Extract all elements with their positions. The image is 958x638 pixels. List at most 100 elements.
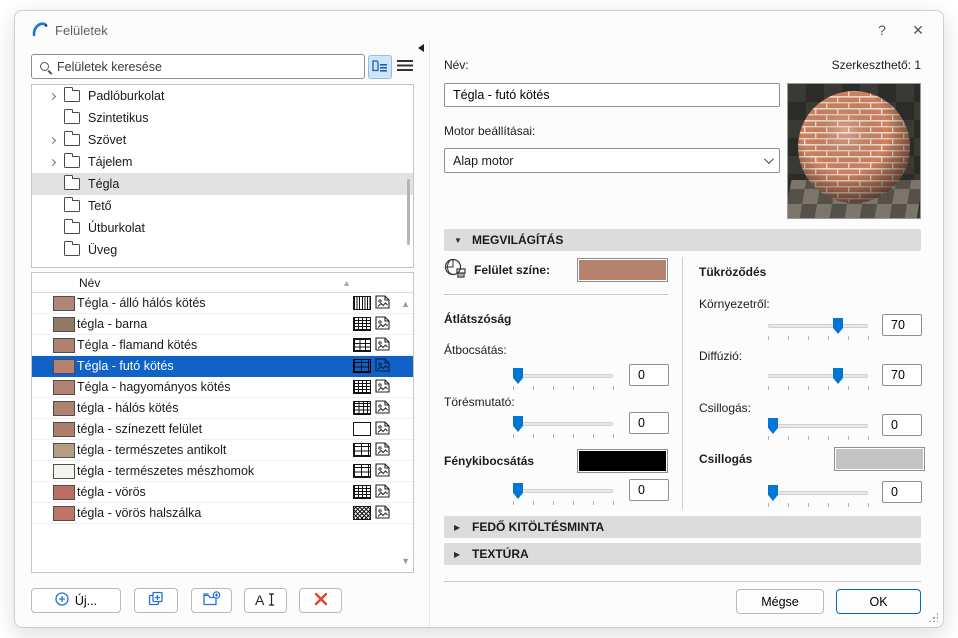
emission-color-swatch[interactable] — [577, 449, 668, 473]
list-item[interactable]: Tégla - álló hálós kötés — [32, 293, 413, 314]
surface-color-icon — [444, 258, 468, 285]
texture-icon — [375, 421, 397, 438]
duplicate-icon — [148, 591, 164, 610]
list-item[interactable]: tégla - természetes antikolt — [32, 440, 413, 461]
tree-item[interactable]: Útburkolat — [32, 217, 413, 239]
sort-asc-icon[interactable]: ▲ — [342, 278, 351, 288]
expand-chevron-icon[interactable] — [50, 94, 64, 99]
svg-text:A: A — [255, 592, 265, 607]
material-color-swatch — [53, 338, 75, 353]
tree-item[interactable]: Szövet — [32, 129, 413, 151]
transmittance-value[interactable] — [629, 364, 669, 386]
rename-icon: A — [255, 592, 277, 610]
section-cover-fill[interactable]: ▶ FEDŐ KITÖLTÉSMINTA — [444, 516, 921, 538]
scroll-up-icon[interactable]: ▲ — [401, 299, 410, 309]
diffuse-value[interactable] — [882, 364, 922, 386]
material-preview — [787, 83, 921, 219]
texture-icon — [375, 316, 397, 333]
resize-grip[interactable] — [928, 612, 938, 622]
expand-chevron-icon[interactable] — [50, 138, 64, 143]
list-item-name: tégla - színezett felület — [77, 422, 353, 436]
tree-view-toggle[interactable] — [368, 55, 392, 79]
editable-count: Szerkeszthető: 1 — [444, 58, 921, 72]
specular-color-swatch[interactable] — [834, 447, 925, 471]
engine-settings-label: Motor beállításai: — [444, 124, 535, 138]
delete-button[interactable] — [299, 588, 342, 613]
surface-color-swatch[interactable] — [577, 258, 668, 282]
specular-slider[interactable] — [768, 485, 868, 501]
fill-pattern-icon — [353, 464, 371, 478]
ambient-value[interactable] — [882, 314, 922, 336]
texture-icon — [375, 505, 397, 522]
new-folder-button[interactable] — [191, 588, 232, 613]
refraction-value[interactable] — [629, 412, 669, 434]
ambient-slider[interactable] — [768, 318, 868, 334]
surface-name-input[interactable] — [444, 83, 780, 107]
cancel-button[interactable]: Mégse — [736, 589, 824, 614]
specular-title: Csillogás — [699, 452, 752, 466]
ok-button[interactable]: OK — [836, 589, 921, 614]
search-input[interactable] — [55, 59, 364, 75]
rename-button[interactable]: A — [244, 588, 287, 613]
tree-item[interactable]: Tájelem — [32, 151, 413, 173]
archicad-logo-icon — [31, 20, 49, 38]
emission-slider[interactable] — [513, 483, 613, 499]
fill-pattern-icon — [353, 317, 371, 331]
folder-icon — [64, 112, 80, 124]
list-item-name: tégla - vörös — [77, 485, 353, 499]
transmittance-slider[interactable] — [513, 368, 613, 384]
collapse-panel-icon[interactable] — [418, 44, 424, 52]
search-box — [31, 54, 365, 79]
material-color-swatch — [53, 296, 75, 311]
tree-item[interactable]: Szintetikus — [32, 107, 413, 129]
close-button[interactable]: ✕ — [904, 18, 932, 42]
flat-list-view-toggle[interactable] — [393, 55, 417, 79]
shininess-slider[interactable] — [768, 418, 868, 434]
tree-item[interactable]: Tégla — [32, 173, 413, 195]
ambient-label: Környezetről: — [699, 297, 770, 311]
list-item[interactable]: Tégla - futó kötés — [32, 356, 413, 377]
list-item[interactable]: tégla - barna — [32, 314, 413, 335]
surfaces-dialog: Felületek ? ✕ PadlóburkolatSzintetikusS — [14, 10, 944, 628]
engine-dropdown[interactable]: Alap motor — [444, 148, 780, 173]
expand-chevron-icon[interactable] — [50, 160, 64, 165]
list-item[interactable]: Tégla - flamand kötés — [32, 335, 413, 356]
tree-item-label: Tájelem — [88, 155, 132, 169]
transparency-title: Átlátszóság — [444, 312, 511, 326]
list-item[interactable]: tégla - színezett felület — [32, 419, 413, 440]
fill-pattern-icon — [353, 422, 371, 436]
fill-pattern-icon — [353, 485, 371, 499]
tree-scrollbar[interactable] — [407, 179, 410, 245]
slider-ticks — [513, 501, 614, 505]
slider-ticks — [768, 436, 869, 440]
list-item-name: tégla - barna — [77, 317, 353, 331]
tree-item[interactable]: Padlóburkolat — [32, 85, 413, 107]
footer-divider — [444, 581, 921, 582]
scroll-down-icon[interactable]: ▼ — [401, 556, 410, 566]
new-button[interactable]: Új... — [31, 588, 121, 613]
tree-item[interactable]: Üveg — [32, 239, 413, 261]
material-color-swatch — [53, 506, 75, 521]
list-item[interactable]: tégla - vörös halszálka — [32, 503, 413, 524]
texture-icon — [375, 379, 397, 396]
refraction-slider[interactable] — [513, 416, 613, 432]
list-item[interactable]: tégla - vörös — [32, 482, 413, 503]
help-button[interactable]: ? — [868, 18, 896, 42]
texture-icon — [375, 463, 397, 480]
list-item-name: Tégla - futó kötés — [77, 359, 353, 373]
tree-item[interactable]: Tető — [32, 195, 413, 217]
section-texture[interactable]: ▶ TEXTÚRA — [444, 543, 921, 565]
list-item[interactable]: tégla - hálós kötés — [32, 398, 413, 419]
specular-value[interactable] — [882, 481, 922, 503]
section-lighting[interactable]: ▼ MEGVILÁGÍTÁS — [444, 229, 921, 251]
list-item[interactable]: Tégla - hagyományos kötés — [32, 377, 413, 398]
list-item[interactable]: tégla - természetes mészhomok — [32, 461, 413, 482]
shininess-value[interactable] — [882, 414, 922, 436]
list-header[interactable]: Név ▲ — [32, 273, 413, 293]
emission-value[interactable] — [629, 479, 669, 501]
separator — [444, 294, 668, 295]
folder-icon — [64, 222, 80, 234]
diffuse-slider[interactable] — [768, 368, 868, 384]
folder-icon — [64, 134, 80, 146]
duplicate-button[interactable] — [134, 588, 178, 613]
